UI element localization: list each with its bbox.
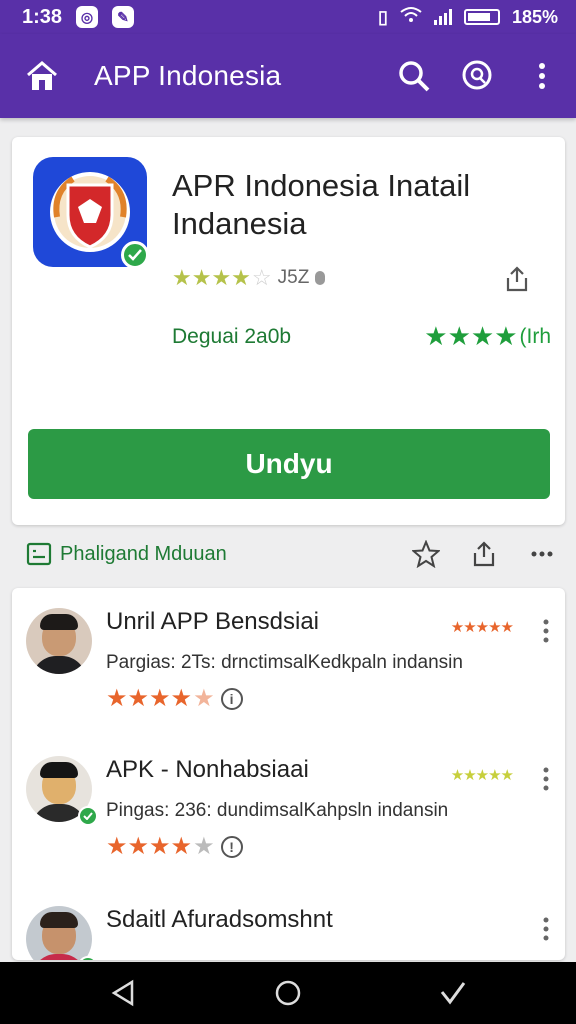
verified-icon: [78, 806, 98, 826]
app-bar-title: APP Indonesia: [94, 60, 282, 91]
action-strip: Phaligand Mduuan: [0, 530, 576, 578]
more-vert-icon[interactable]: [524, 58, 560, 94]
star-outline-icon[interactable]: [408, 536, 444, 572]
install-button[interactable]: Undyu: [28, 429, 550, 499]
list-icon: [26, 542, 52, 566]
vibrate-icon: ▯: [378, 6, 388, 27]
rating-stars: ★★★★ ★: [106, 685, 215, 712]
app-rating: ★★★★ ☆ J5Z: [172, 265, 326, 291]
check-nav-icon[interactable]: [435, 975, 471, 1011]
notification-icon: ◎: [76, 6, 99, 28]
avatar: [26, 608, 92, 674]
back-icon[interactable]: [105, 975, 141, 1011]
more-vert-icon[interactable]: [541, 618, 551, 644]
user-icon: [315, 271, 326, 285]
more-vert-icon[interactable]: [541, 916, 551, 942]
details-link[interactable]: Phaligand Mduuan: [26, 542, 227, 566]
search-icon[interactable]: [396, 58, 432, 94]
rating-stars: ★★★★ ☆: [172, 265, 272, 290]
wifi-icon: [400, 6, 422, 29]
app-title: APR Indonesia Inatail Indanesia: [172, 168, 471, 241]
battery-icon: [463, 9, 500, 25]
green-stars-icon: ★★★★: [424, 321, 518, 351]
info-icon[interactable]: !: [220, 835, 243, 858]
list-item-title: Sdaitl Afuradsomshnt: [106, 906, 333, 933]
rating-stars: ★★★★ ★: [106, 833, 215, 860]
status-bar: 1:38 ◎ ✎ ▯ 185%: [0, 0, 576, 34]
list-item[interactable]: Sdaitl Afuradsomshnt: [12, 886, 565, 960]
list-item[interactable]: Unril APP Bensdsiai ★★★★★ Pargias: 2Ts: …: [12, 588, 565, 738]
edit-notification-icon: ✎: [112, 6, 135, 28]
mini-stars-icon: ★★★★★: [450, 619, 514, 636]
list-item-title: Unril APP Bensdsiai: [106, 608, 319, 635]
info-icon[interactable]: i: [220, 687, 243, 710]
app-detail-card: APR Indonesia Inatail Indanesia ★★★★ ☆ J5…: [12, 137, 565, 525]
mini-stars-icon: ★★★★★: [450, 767, 514, 784]
system-nav-bar: [0, 962, 576, 1024]
list-item-rating: ★★★★ ★ i: [106, 684, 243, 713]
avatar: [26, 906, 92, 960]
list-item-description: Pingas: 236: dundimsalKahpsln indansin: [106, 800, 449, 821]
list-item-rating: ★★★★ ★ !: [106, 832, 243, 861]
developer-label[interactable]: Deguai 2a0b: [172, 325, 291, 349]
verified-icon: [121, 241, 149, 269]
home-nav-icon[interactable]: [270, 975, 306, 1011]
list-item-title: APK - Nonhabsiaai: [106, 756, 309, 783]
details-link-label: Phaligand Mduuan: [60, 542, 227, 565]
app-logo: [33, 157, 149, 269]
voice-search-icon[interactable]: [460, 58, 496, 94]
share-icon[interactable]: [499, 261, 535, 297]
related-apps-list: Unril APP Bensdsiai ★★★★★ Pargias: 2Ts: …: [12, 588, 565, 960]
green-rating-text: (Irh: [519, 324, 552, 348]
more-horiz-icon[interactable]: [524, 536, 560, 572]
home-icon[interactable]: [24, 58, 60, 94]
more-vert-icon[interactable]: [541, 766, 551, 792]
signal-icon: [433, 9, 452, 25]
app-bar: APP Indonesia: [0, 34, 576, 118]
battery-percent: 185%: [511, 6, 558, 27]
share-strip-icon[interactable]: [466, 536, 502, 572]
status-time: 1:38: [22, 5, 63, 28]
green-rating: ★★★★ (Irh: [424, 321, 551, 352]
list-item-description: Pargias: 2Ts: drnctimsalKedkpaln indansi…: [106, 652, 463, 673]
list-item[interactable]: APK - Nonhabsiaai ★★★★★ Pingas: 236: dun…: [12, 736, 565, 886]
rating-count: J5Z: [277, 267, 310, 288]
